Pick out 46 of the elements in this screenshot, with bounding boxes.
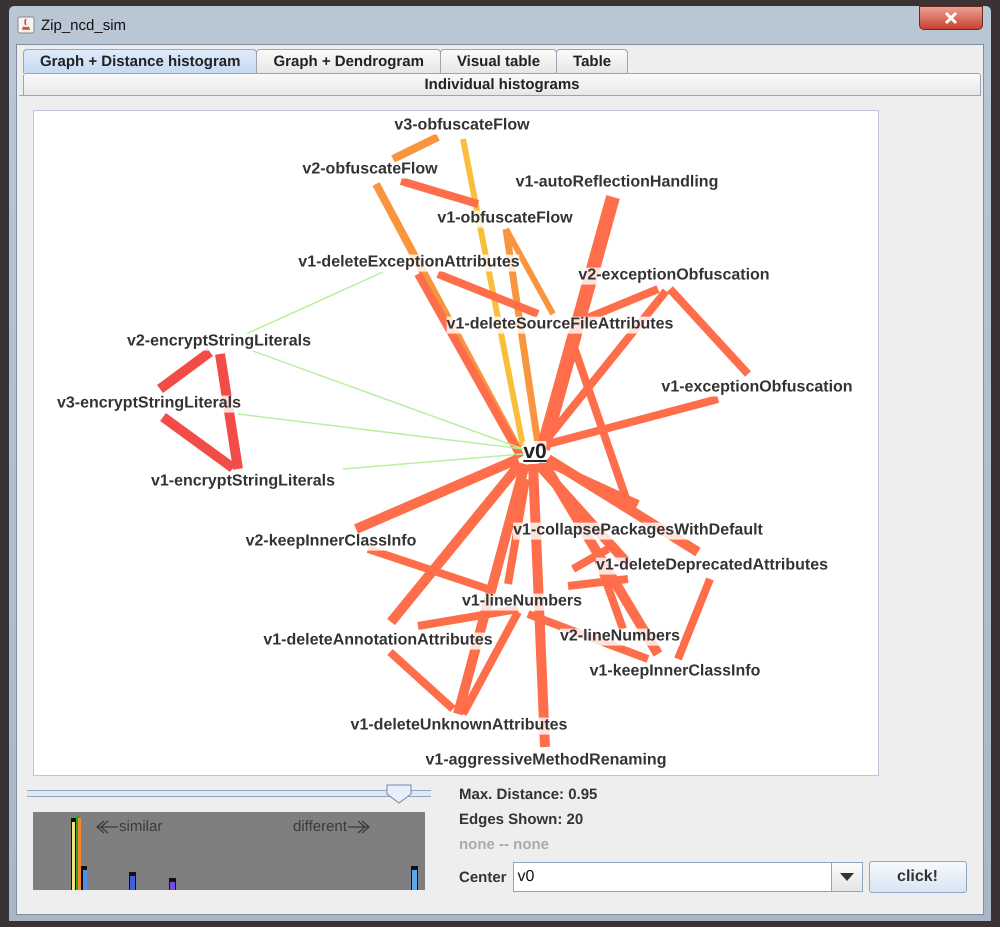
node-label[interactable]: v1-deleteDeprecatedAttributes (596, 558, 828, 574)
node-label[interactable]: v2-encryptStringLiterals (126, 334, 312, 350)
node-label[interactable]: v2-exceptionObfuscation (578, 268, 770, 284)
different-label: different (293, 818, 347, 835)
tab[interactable]: Visual table (440, 49, 558, 73)
window-title: Zip_ncd_sim (41, 16, 128, 34)
caret-icon (840, 873, 854, 881)
node-label[interactable]: v1-aggressiveMethodRenaming (426, 752, 666, 770)
node-label[interactable]: v1-deleteExceptionAttributes (298, 254, 520, 272)
center-label: Center (459, 868, 507, 886)
histogram-bar (169, 878, 176, 890)
max-distance-label: Max. Distance: 0.95 (459, 786, 598, 803)
tab[interactable]: Graph + Distance histogram (23, 49, 258, 73)
node-label[interactable]: v1-deleteSourceFileAttributes (446, 316, 674, 334)
slider-thumb[interactable] (386, 784, 412, 804)
tab[interactable]: Table (556, 49, 628, 73)
tab[interactable]: Individual histograms (23, 73, 981, 95)
node-label[interactable]: v1-encryptStringLiterals (150, 474, 336, 490)
histogram-bar (411, 866, 418, 890)
node-label[interactable]: v1-deleteAnnotationAttributes (263, 632, 493, 650)
close-button[interactable] (919, 6, 983, 30)
node-label[interactable]: v1-exceptionObfuscation (661, 380, 853, 396)
node-label[interactable]: v1-autoReflectionHandling (516, 174, 718, 192)
tab[interactable]: Graph + Dendrogram (256, 49, 441, 73)
node-label[interactable]: v1-collapsePackagesWithDefault (513, 522, 763, 540)
left-arrow-icon (95, 820, 119, 834)
center-dropdown[interactable]: v0 (512, 862, 863, 892)
right-arrow-icon (346, 820, 371, 834)
similar-label: similar (119, 818, 162, 835)
node-label[interactable]: v1-lineNumbers (462, 594, 582, 610)
selection-label: none -- none (459, 836, 550, 853)
node-label[interactable]: v1-deleteUnknownAttributes (350, 718, 568, 734)
node-label[interactable]: v2-obfuscateFlow (302, 162, 438, 178)
graph-edge (391, 133, 440, 163)
node-label[interactable]: v3-obfuscateFlow (394, 118, 530, 134)
close-icon (944, 11, 958, 25)
histogram-bar (129, 872, 136, 890)
node-label[interactable]: v2-keepInnerClassInfo (246, 534, 416, 550)
node-label[interactable]: v1-keepInnerClassInfo (590, 664, 760, 680)
node-label[interactable]: v3-encryptStringLiterals (56, 396, 242, 412)
edges-shown-label: Edges Shown: 20 (459, 811, 584, 828)
node-label[interactable]: v2-lineNumbers (560, 628, 680, 646)
app-icon (17, 16, 35, 34)
node-label[interactable]: v1-obfuscateFlow (437, 210, 573, 228)
click-button[interactable]: click! (868, 861, 967, 893)
node-label[interactable]: v0 (523, 440, 547, 464)
